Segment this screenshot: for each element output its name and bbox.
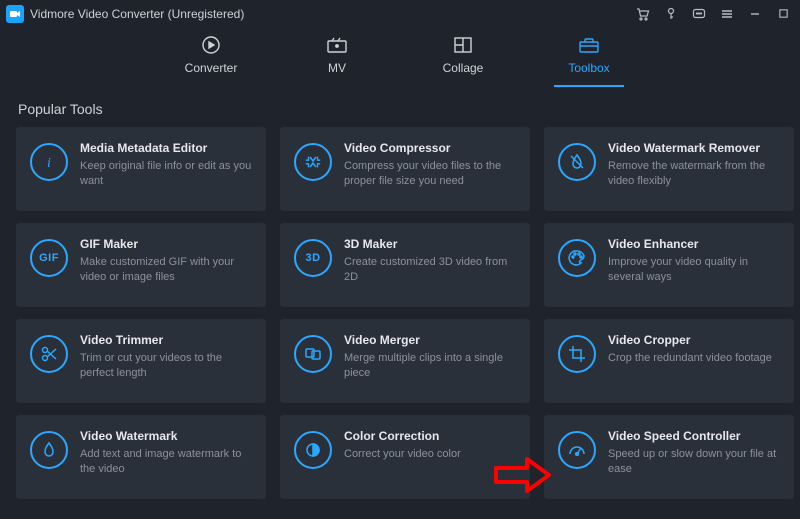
tool-title: GIF Maker [80,237,252,251]
main-nav: Converter MV Collage Toolbox [0,27,800,87]
tool-title: Video Watermark Remover [608,141,780,155]
crop-icon [558,335,596,373]
collage-icon [452,35,474,55]
cube-3d-icon: 3D [294,239,332,277]
maximize-button[interactable] [776,7,790,21]
cart-button[interactable] [636,7,650,21]
tool-title: 3D Maker [344,237,516,251]
scissors-icon [30,335,68,373]
tool-video-watermark[interactable]: Video Watermark Add text and image water… [16,415,266,499]
titlebar: Vidmore Video Converter (Unregistered) [0,0,800,27]
tab-converter[interactable]: Converter [176,35,246,87]
converter-icon [200,35,222,55]
tool-3d-maker[interactable]: 3D 3D Maker Create customized 3D video f… [280,223,530,307]
tab-label: Toolbox [568,61,609,75]
tool-title: Video Speed Controller [608,429,780,443]
titlebar-buttons [636,7,800,21]
tool-color-correction[interactable]: Color Correction Correct your video colo… [280,415,530,499]
tool-desc: Speed up or slow down your file at ease [608,447,780,478]
tab-collage[interactable]: Collage [428,35,498,87]
tab-label: Converter [185,61,238,75]
tool-video-speed-controller[interactable]: Video Speed Controller Speed up or slow … [544,415,794,499]
gif-icon: GIF [30,239,68,277]
tool-desc: Merge multiple clips into a single piece [344,351,516,382]
tool-video-merger[interactable]: Video Merger Merge multiple clips into a… [280,319,530,403]
tool-title: Video Trimmer [80,333,252,347]
menu-button[interactable] [720,7,734,21]
svg-text:i: i [47,156,51,171]
tool-desc: Trim or cut your videos to the perfect l… [80,351,252,382]
toolbox-icon [578,35,600,55]
app-logo [6,5,24,23]
droplet-icon [30,431,68,469]
logo-icon [9,8,21,20]
section-title: Popular Tools [0,87,800,127]
tool-video-watermark-remover[interactable]: Video Watermark Remover Remove the water… [544,127,794,211]
tool-video-trimmer[interactable]: Video Trimmer Trim or cut your videos to… [16,319,266,403]
tool-title: Color Correction [344,429,516,443]
tool-title: Video Cropper [608,333,780,347]
minimize-button[interactable] [748,7,762,21]
register-key-button[interactable] [664,7,678,21]
mv-icon [326,35,348,55]
tool-video-compressor[interactable]: Video Compressor Compress your video fil… [280,127,530,211]
tool-desc: Remove the watermark from the video flex… [608,159,780,190]
tab-label: Collage [443,61,484,75]
palette-icon [558,239,596,277]
speedometer-icon [558,431,596,469]
tool-desc: Add text and image watermark to the vide… [80,447,252,478]
app-title: Vidmore Video Converter (Unregistered) [30,7,244,21]
tool-media-metadata-editor[interactable]: i Media Metadata Editor Keep original fi… [16,127,266,211]
tool-title: Media Metadata Editor [80,141,252,155]
tool-gif-maker[interactable]: GIF GIF Maker Make customized GIF with y… [16,223,266,307]
tool-desc: Crop the redundant video footage [608,351,780,366]
tool-title: Video Merger [344,333,516,347]
tools-grid: i Media Metadata Editor Keep original fi… [0,127,800,499]
tool-desc: Create customized 3D video from 2D [344,255,516,286]
watermark-remove-icon [558,143,596,181]
tab-label: MV [328,61,346,75]
tool-desc: Compress your video files to the proper … [344,159,516,190]
tool-title: Video Compressor [344,141,516,155]
info-icon: i [30,143,68,181]
compress-icon [294,143,332,181]
tab-mv[interactable]: MV [302,35,372,87]
tool-desc: Correct your video color [344,447,516,462]
tool-title: Video Watermark [80,429,252,443]
merge-icon [294,335,332,373]
tool-desc: Keep original file info or edit as you w… [80,159,252,190]
feedback-button[interactable] [692,7,706,21]
tool-video-enhancer[interactable]: Video Enhancer Improve your video qualit… [544,223,794,307]
tool-title: Video Enhancer [608,237,780,251]
tool-desc: Make customized GIF with your video or i… [80,255,252,286]
tool-desc: Improve your video quality in several wa… [608,255,780,286]
color-correct-icon [294,431,332,469]
tool-video-cropper[interactable]: Video Cropper Crop the redundant video f… [544,319,794,403]
tab-toolbox[interactable]: Toolbox [554,35,624,87]
